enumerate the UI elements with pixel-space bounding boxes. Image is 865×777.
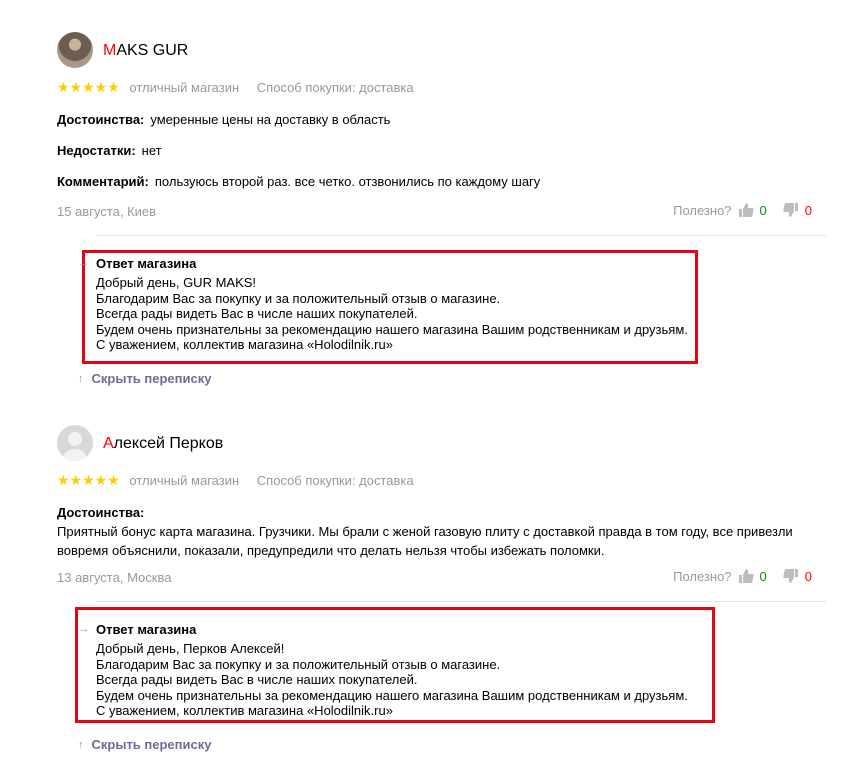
dislike-count: 0 xyxy=(804,568,812,584)
useful-label: Полезно? xyxy=(673,568,732,584)
cons-label: Недостатки: xyxy=(57,143,136,158)
avatar[interactable] xyxy=(57,32,93,68)
cons-text: нет xyxy=(141,143,162,158)
dislike-count: 0 xyxy=(804,202,812,218)
thumb-up-icon[interactable] xyxy=(738,568,754,584)
shop-reply-text: Добрый день, GUR MAKS! Благодарим Вас за… xyxy=(96,275,688,352)
author-name[interactable]: Алексей Перков xyxy=(103,435,223,453)
arrow-right-icon: → xyxy=(78,623,89,635)
author-name[interactable]: MAKS GUR xyxy=(103,42,188,60)
comment-label: Комментарий: xyxy=(57,174,149,189)
arrow-right-icon: → xyxy=(78,257,89,269)
usefulness-voting: Полезно? 0 0 xyxy=(673,568,812,584)
rating-stars: ★★★★★ xyxy=(57,79,120,95)
like-count: 0 xyxy=(759,202,767,218)
pros-text: умеренные цены на доставку в область xyxy=(150,112,391,127)
divider xyxy=(96,235,826,236)
divider xyxy=(96,601,826,602)
pros-label: Достоинства: xyxy=(57,505,145,520)
useful-label: Полезно? xyxy=(673,202,732,218)
hide-thread-link[interactable]: ↑ Скрыть переписку xyxy=(78,371,211,386)
review-meta: ★★★★★ отличный магазин Способ покупки: д… xyxy=(57,79,414,96)
rating-grade: отличный магазин xyxy=(129,80,240,95)
rating-stars: ★★★★★ xyxy=(57,472,120,488)
pros-label: Достоинства: xyxy=(57,112,145,127)
purchase-method: Способ покупки: доставка xyxy=(256,473,414,488)
thumb-down-icon[interactable] xyxy=(783,568,799,584)
arrow-up-icon: ↑ xyxy=(78,372,84,385)
review-date: 13 августа, Москва xyxy=(57,570,172,585)
shop-reply-text: Добрый день, Перков Алексей! Благодарим … xyxy=(96,641,688,718)
avatar[interactable] xyxy=(57,425,93,461)
like-count: 0 xyxy=(759,568,767,584)
arrow-up-icon: ↑ xyxy=(78,738,84,751)
comment-text: пользуюсь второй раз. все четко. отзвони… xyxy=(154,174,541,189)
usefulness-voting: Полезно? 0 0 xyxy=(673,202,812,218)
shop-reply-title: Ответ магазина xyxy=(96,622,197,637)
hide-thread-link[interactable]: ↑ Скрыть переписку xyxy=(78,737,211,752)
pros-field: Достоинства: xyxy=(57,505,150,520)
cons-field: Недостатки: нет xyxy=(57,143,162,158)
comment-field: Комментарий: пользуюсь второй раз. все че… xyxy=(57,174,540,189)
pros-text: Приятный бонус карта магазина. Грузчики.… xyxy=(57,524,793,558)
shop-reply-title: Ответ магазина xyxy=(96,256,197,271)
pros-field: Достоинства: умеренные цены на доставку в… xyxy=(57,112,390,127)
review-date: 15 августа, Киев xyxy=(57,204,157,219)
thumb-up-icon[interactable] xyxy=(738,202,754,218)
rating-grade: отличный магазин xyxy=(129,473,240,488)
thumb-down-icon[interactable] xyxy=(783,202,799,218)
purchase-method: Способ покупки: доставка xyxy=(256,80,414,95)
review-meta: ★★★★★ отличный магазин Способ покупки: д… xyxy=(57,472,414,489)
